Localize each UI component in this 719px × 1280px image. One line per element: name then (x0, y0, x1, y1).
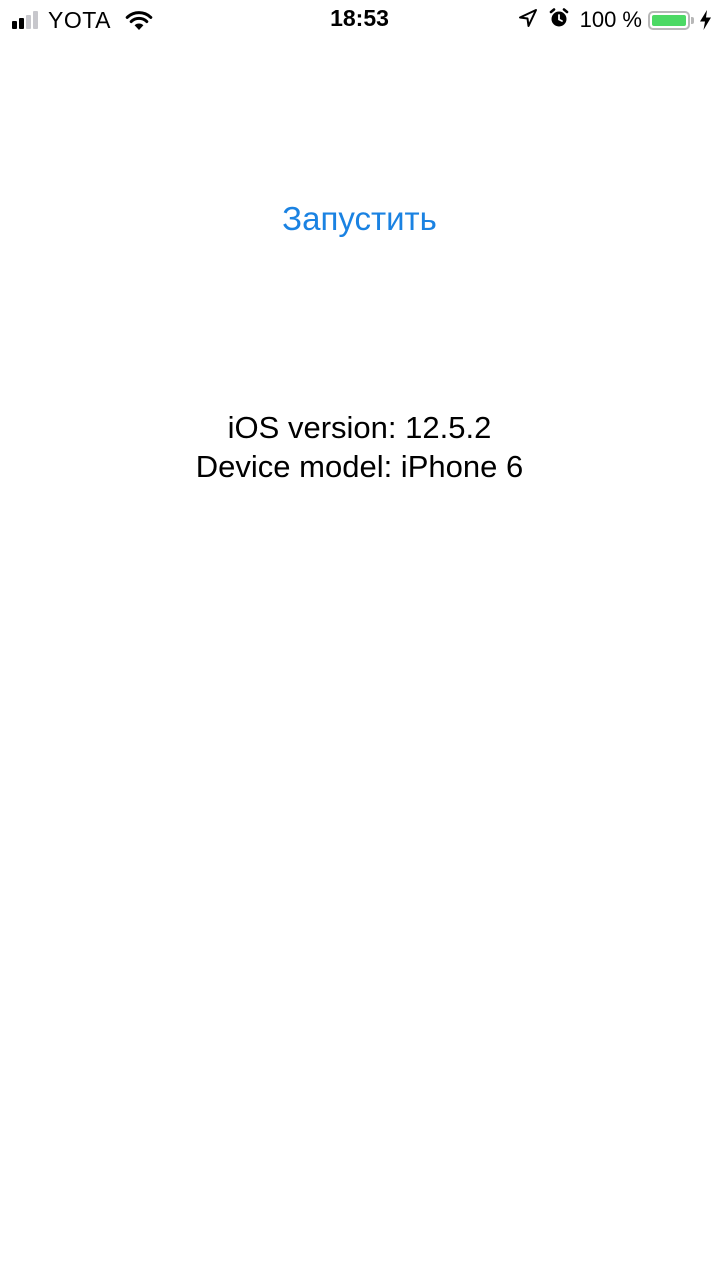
status-bar-right: 100 % (518, 6, 711, 34)
battery-tip (691, 16, 694, 24)
alarm-clock-icon (548, 7, 570, 34)
status-bar: YOTA 18:53 100 % (0, 0, 719, 40)
location-arrow-icon (518, 8, 538, 33)
device-info: iOS version: 12.5.2 Device model: iPhone… (0, 408, 719, 486)
device-model-label: Device model: iPhone 6 (195, 449, 524, 484)
launch-button[interactable]: Запустить (0, 200, 719, 238)
ios-version-label: iOS version: 12.5.2 (227, 410, 492, 445)
battery-fill (652, 14, 686, 26)
battery-icon (648, 10, 694, 30)
battery-body (648, 10, 690, 30)
app-screen: YOTA 18:53 100 % Запустить iOS version: … (0, 0, 719, 1280)
charging-bolt-icon (700, 10, 711, 30)
battery-percent: 100 % (579, 7, 642, 32)
